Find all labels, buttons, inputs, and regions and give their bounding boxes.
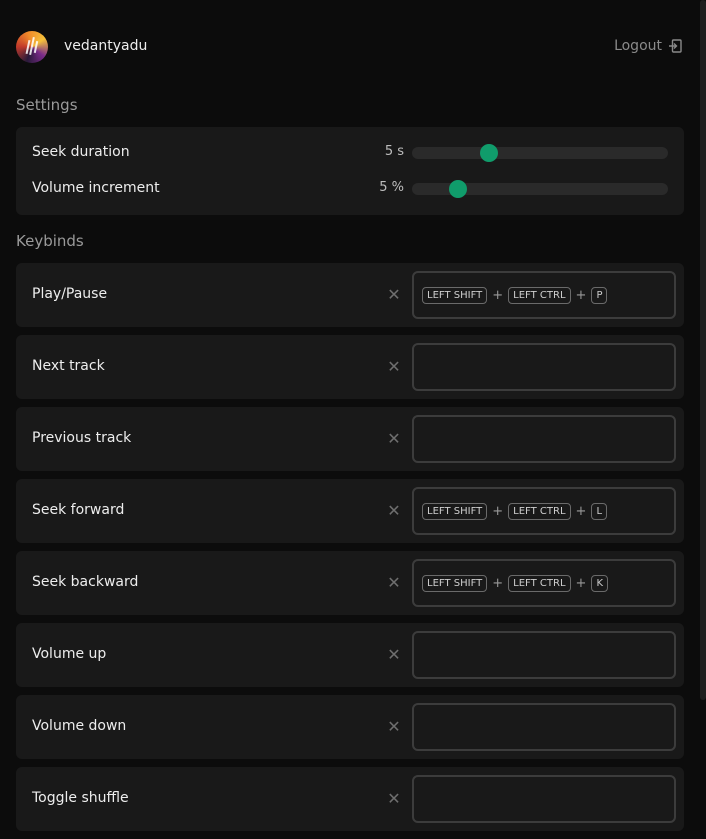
key-chip: P	[591, 286, 608, 304]
logout-icon	[669, 39, 682, 53]
key-chip: LEFT SHIFT	[422, 574, 488, 592]
setting-label: Seek duration	[32, 144, 130, 160]
keybind-label: Toggle shuffle	[32, 790, 129, 806]
keybind-input[interactable]	[412, 703, 676, 751]
keybind-input[interactable]: LEFT SHIFT + LEFT CTRL + K	[412, 559, 676, 607]
key-chip: L	[591, 502, 608, 520]
plus-sign: +	[575, 575, 587, 591]
plus-sign: +	[492, 287, 504, 303]
clear-keybind-icon[interactable]: ✕	[384, 357, 404, 377]
keybind-row: Play/Pause ✕ LEFT SHIFT + LEFT CTRL + P	[16, 263, 684, 327]
setting-value: 5 s	[384, 144, 404, 159]
header: vedantyadu Logout	[16, 31, 684, 63]
clear-keybind-icon[interactable]: ✕	[384, 789, 404, 809]
slider-knob[interactable]	[449, 180, 468, 198]
plus-sign: +	[575, 287, 587, 303]
keybind-input[interactable]: LEFT SHIFT + LEFT CTRL + P	[412, 271, 676, 319]
settings-card: Seek duration 5 s Volume increment 5 %	[16, 127, 684, 215]
keybind-input[interactable]: LEFT SHIFT + LEFT CTRL + L	[412, 487, 676, 535]
keybind-label: Seek backward	[32, 574, 139, 590]
scrollbar-thumb[interactable]	[700, 0, 706, 700]
keybind-row: Seek backward ✕ LEFT SHIFT + LEFT CTRL + K	[16, 551, 684, 615]
keybind-row: Toggle shuffle ✕	[16, 767, 684, 831]
clear-keybind-icon[interactable]: ✕	[384, 285, 404, 305]
keybind-input[interactable]	[412, 775, 676, 823]
clear-keybind-icon[interactable]: ✕	[384, 429, 404, 449]
slider-knob[interactable]	[479, 144, 498, 162]
plus-sign: +	[575, 503, 587, 519]
logout-button[interactable]: Logout	[614, 38, 682, 54]
keybind-row: Volume down ✕	[16, 695, 684, 759]
clear-keybind-icon[interactable]: ✕	[384, 645, 404, 665]
clear-keybind-icon[interactable]: ✕	[384, 573, 404, 593]
keybinds-list: Play/Pause ✕ LEFT SHIFT + LEFT CTRL + P Next tr…	[16, 263, 684, 839]
scrollbar[interactable]	[700, 0, 706, 809]
setting-volume-increment: Volume increment 5 %	[16, 171, 684, 207]
setting-value: 5 %	[379, 180, 404, 195]
keybind-row: Volume up ✕	[16, 623, 684, 687]
keybind-input[interactable]	[412, 343, 676, 391]
settings-title: Settings	[16, 96, 78, 114]
keybind-label: Play/Pause	[32, 286, 108, 302]
clear-keybind-icon[interactable]: ✕	[384, 717, 404, 737]
clear-keybind-icon[interactable]: ✕	[384, 501, 404, 521]
setting-seek-duration: Seek duration 5 s	[16, 135, 684, 171]
keybind-label: Seek forward	[32, 502, 125, 518]
keybind-input[interactable]	[412, 415, 676, 463]
key-chip: LEFT SHIFT	[422, 286, 488, 304]
plus-sign: +	[492, 503, 504, 519]
keybind-input[interactable]	[412, 631, 676, 679]
key-chip: K	[591, 574, 609, 592]
keybind-row: Next track ✕	[16, 335, 684, 399]
volume-increment-slider[interactable]	[412, 180, 668, 198]
key-chip: LEFT CTRL	[508, 286, 571, 304]
logout-label: Logout	[614, 38, 662, 54]
keybind-label: Volume up	[32, 646, 107, 662]
keybinds-title: Keybinds	[16, 232, 84, 250]
setting-label: Volume increment	[32, 180, 160, 196]
keybind-label: Previous track	[32, 430, 132, 446]
keybind-row: Previous track ✕	[16, 407, 684, 471]
username: vedantyadu	[64, 38, 148, 54]
keybind-label: Next track	[32, 358, 105, 374]
key-chip: LEFT CTRL	[508, 574, 571, 592]
keybind-label: Volume down	[32, 718, 127, 734]
keybind-row: Seek forward ✕ LEFT SHIFT + LEFT CTRL + L	[16, 479, 684, 543]
key-chip: LEFT SHIFT	[422, 502, 488, 520]
plus-sign: +	[492, 575, 504, 591]
seek-duration-slider[interactable]	[412, 144, 668, 162]
key-chip: LEFT CTRL	[508, 502, 571, 520]
avatar	[16, 31, 48, 63]
